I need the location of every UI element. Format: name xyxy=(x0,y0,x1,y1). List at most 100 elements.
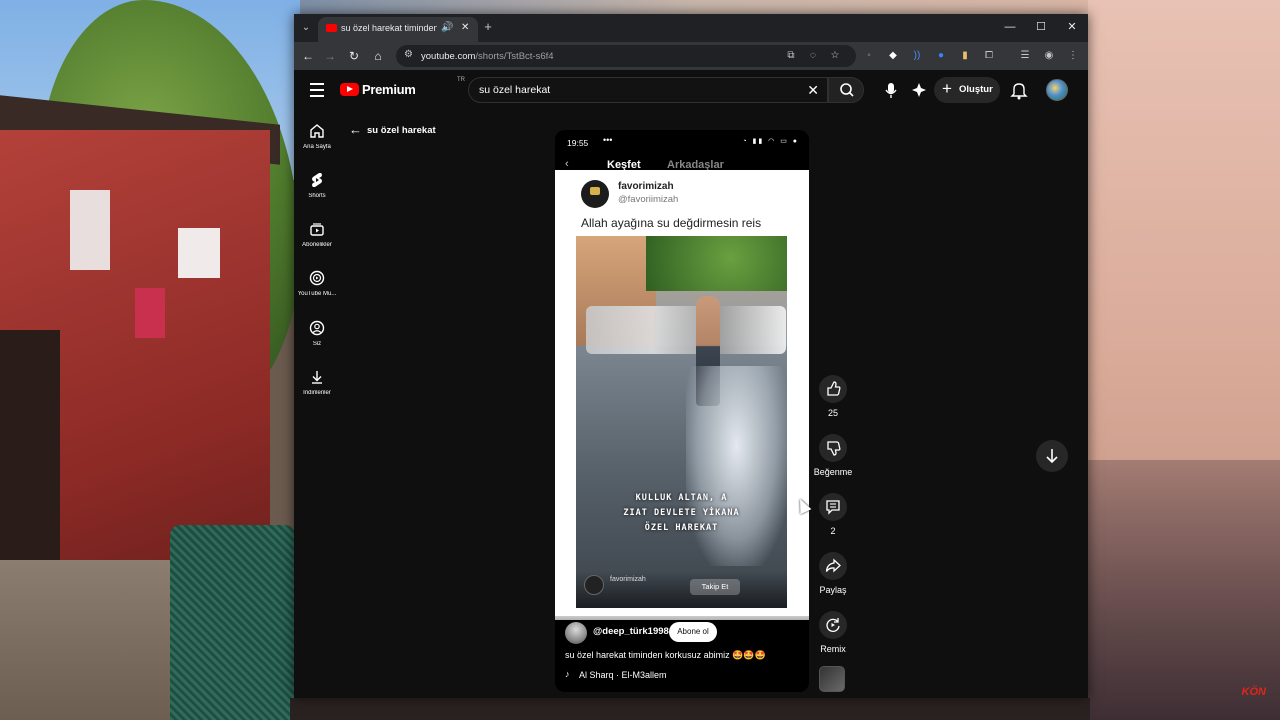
like-count: 25 xyxy=(827,408,838,418)
sidebar-item-label: Abonelikler xyxy=(302,242,332,248)
sidebar-item-home[interactable]: Ana Sayfa xyxy=(294,122,340,164)
window-close-icon[interactable]: ✕ xyxy=(1062,19,1082,35)
tab-title: su özel harekat timinden ko xyxy=(341,23,437,33)
sidebar-item-youtube-music[interactable]: YouTube Mu... xyxy=(294,269,340,311)
arrow-left-icon: ‹ xyxy=(565,158,569,170)
sparkle-icon xyxy=(912,83,926,97)
channel-avatar[interactable] xyxy=(565,622,587,644)
voice-search-button[interactable] xyxy=(879,77,903,103)
account-avatar[interactable] xyxy=(1046,79,1068,101)
share-button[interactable] xyxy=(819,552,847,580)
remix-label: Remix xyxy=(820,644,846,654)
music-track[interactable]: Al Sharq · El-M3allem xyxy=(579,670,667,680)
microphone-icon xyxy=(885,83,897,98)
tab-search-chevron-icon[interactable]: ⌄ xyxy=(298,20,314,36)
ask-ai-button[interactable] xyxy=(908,77,930,103)
extension-yellow-icon[interactable]: ▮ xyxy=(958,49,972,63)
youtube-play-icon xyxy=(340,83,359,96)
install-app-icon[interactable]: ⧉ xyxy=(784,49,798,63)
menu-icon[interactable] xyxy=(310,83,324,97)
inner-channel-name: favorimizah xyxy=(610,576,646,583)
dislike-label: Beğenme xyxy=(813,467,853,477)
plus-icon: + xyxy=(942,79,952,98)
inner-avatar xyxy=(584,575,604,595)
browser-tab[interactable]: su özel harekat timinden ko 🔊 ✕ xyxy=(318,17,478,42)
tab-bar: ⌄ su özel harekat timinden ko 🔊 ✕ + — ☐ … xyxy=(294,14,1088,42)
post-caption: Allah ayağına su değdirmesin reis xyxy=(581,216,762,230)
arrow-left-icon[interactable]: ← xyxy=(349,122,362,137)
tab-close-icon[interactable]: ✕ xyxy=(461,22,469,33)
home-icon xyxy=(310,124,324,138)
dislike-button[interactable] xyxy=(819,434,847,462)
sound-thumbnail[interactable] xyxy=(819,666,845,692)
back-icon[interactable]: ← xyxy=(300,48,316,64)
video-trees xyxy=(646,236,787,291)
overlay-line: KULLUK ALTAN, A xyxy=(635,493,728,503)
watermark: KÖN xyxy=(1241,686,1266,698)
new-tab-button[interactable]: + xyxy=(480,19,496,35)
comment-icon xyxy=(826,500,840,515)
background-laundry xyxy=(135,288,165,338)
next-short-button[interactable] xyxy=(1036,440,1068,472)
youtube-favicon-icon xyxy=(326,24,337,32)
remix-button[interactable] xyxy=(819,611,847,639)
extensions-puzzle-icon[interactable]: ⧠ xyxy=(982,49,996,63)
video-parked-cars xyxy=(586,306,786,354)
sidebar-item-downloads[interactable]: İndirilenler xyxy=(294,368,340,410)
media-controls-icon[interactable]: ☰ xyxy=(1018,49,1032,63)
home-icon[interactable]: ⌂ xyxy=(370,48,386,64)
clear-search-icon[interactable]: ✕ xyxy=(807,82,819,99)
search-button[interactable] xyxy=(828,77,864,103)
back-label: su özel harekat xyxy=(367,125,436,136)
youtube-page: Premium TR su özel harekat ✕ + Oluştur A… xyxy=(294,70,1088,698)
arrow-down-icon xyxy=(1046,449,1058,464)
search-query: su özel harekat xyxy=(479,84,551,96)
reload-icon[interactable]: ↻ xyxy=(346,48,362,64)
site-info-icon[interactable]: ⚙ xyxy=(404,49,413,60)
overlay-line: ZIAT DEVLETE YİKANA xyxy=(623,508,740,518)
post-author-handle: @favoriimizah xyxy=(618,194,679,205)
search-icon xyxy=(840,83,854,97)
notifications-button[interactable] xyxy=(1008,77,1030,103)
bell-icon xyxy=(1010,83,1028,100)
region-code: TR xyxy=(457,77,465,83)
remix-icon xyxy=(826,618,840,632)
sidebar-item-label: Shorts xyxy=(308,193,326,199)
sidebar-item-label: YouTube Mu... xyxy=(297,291,337,297)
subscribe-button[interactable]: Abone ol xyxy=(669,622,717,642)
background-laundry xyxy=(70,190,110,270)
profile-icon[interactable]: ◉ xyxy=(1042,49,1056,63)
overlay-line: ÖZEL HAREKAT xyxy=(644,523,719,533)
extension-icon[interactable]: ▪ xyxy=(862,49,876,63)
sidebar-item-you[interactable]: Siz xyxy=(294,319,340,361)
shorts-icon xyxy=(312,173,322,187)
forward-icon[interactable]: → xyxy=(322,48,338,64)
background-bottom-strip xyxy=(290,698,1090,720)
youtube-brand: Premium xyxy=(362,82,416,97)
address-bar[interactable]: ⚙ youtube.com/shorts/TstBct-s6f4 ⧉ ◌ ☆ xyxy=(396,45,856,67)
shorts-player[interactable]: 19:55 ••• ◔ ▮▮ ◠ ▭ ● ‹ Keşfet Arkadaşlar… xyxy=(555,130,809,692)
shorts-title[interactable]: su özel harekat timinden korkusuz abimiz… xyxy=(565,650,805,661)
browser-menu-icon[interactable]: ⋮ xyxy=(1066,49,1080,63)
create-label: Oluştur xyxy=(959,84,993,95)
video-inner-footer: favorimizah Takip Et xyxy=(576,571,787,608)
maximize-icon[interactable]: ☐ xyxy=(1031,19,1051,35)
comments-button[interactable] xyxy=(819,493,847,521)
extension-blue-icon[interactable]: ● xyxy=(934,49,948,63)
like-button[interactable] xyxy=(819,375,847,403)
extension-diamond-icon[interactable]: ◆ xyxy=(886,49,900,63)
sidebar-item-shorts[interactable]: Shorts xyxy=(294,171,340,213)
create-button[interactable]: + Oluştur xyxy=(934,77,1000,103)
channel-name[interactable]: @deep_türk1998 xyxy=(593,626,669,637)
tracking-blocked-icon[interactable]: ◌ xyxy=(806,49,820,63)
search-input[interactable]: su özel harekat ✕ xyxy=(468,77,828,103)
minimize-icon[interactable]: — xyxy=(1000,19,1020,35)
share-label: Paylaş xyxy=(819,585,847,595)
youtube-music-icon xyxy=(309,270,325,286)
url-text[interactable]: youtube.com/shorts/TstBct-s6f4 xyxy=(421,51,554,62)
bookmark-star-icon[interactable]: ☆ xyxy=(828,49,842,63)
extension-wave-icon[interactable]: )) xyxy=(910,49,924,63)
sidebar-item-subscriptions[interactable]: Abonelikler xyxy=(294,220,340,262)
speaker-icon[interactable]: 🔊 xyxy=(441,22,453,33)
url-path: /shorts/TstBct-s6f4 xyxy=(475,51,554,62)
